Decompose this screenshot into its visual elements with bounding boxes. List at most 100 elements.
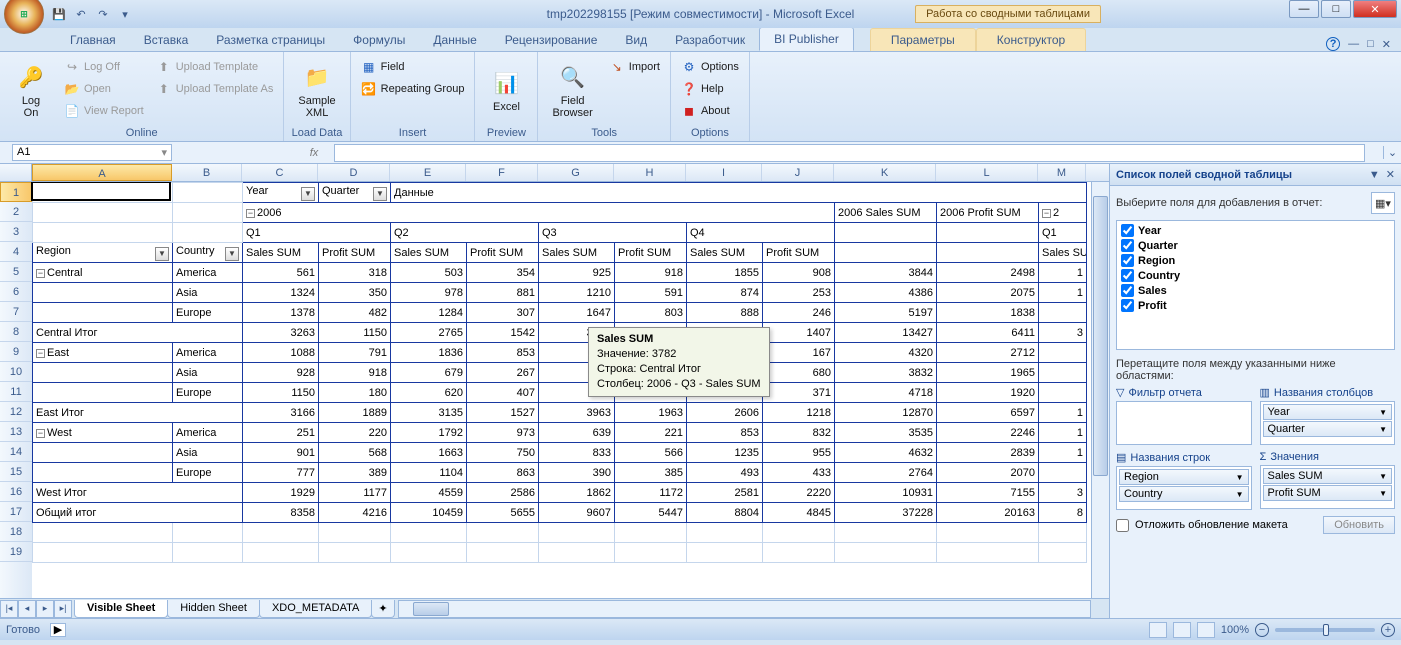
ribbon-tab-data[interactable]: Данные — [419, 29, 490, 51]
qat-redo-icon[interactable]: ↷ — [94, 5, 112, 23]
field-checkbox-quarter[interactable]: Quarter — [1119, 238, 1392, 253]
ribbon-tab-bipublisher[interactable]: BI Publisher — [759, 27, 854, 51]
zoom-in-button[interactable]: + — [1381, 623, 1395, 637]
zone-item[interactable]: Profit SUM▼ — [1263, 485, 1393, 501]
qat-undo-icon[interactable]: ↶ — [72, 5, 90, 23]
column-header-E[interactable]: E — [390, 164, 466, 181]
defer-update-checkbox[interactable] — [1116, 519, 1129, 532]
row-header-11[interactable]: 11 — [0, 382, 32, 402]
horizontal-scrollbar[interactable] — [398, 600, 1091, 618]
view-pagebreak-button[interactable] — [1197, 622, 1215, 638]
column-header-B[interactable]: B — [172, 164, 242, 181]
column-header-F[interactable]: F — [466, 164, 538, 181]
zone-rows-box[interactable]: Region▼Country▼ — [1116, 466, 1252, 510]
field-checkbox-region[interactable]: Region — [1119, 253, 1392, 268]
ribbon-minimize-icon[interactable]: — — [1348, 38, 1359, 50]
ribbon-tab-developer[interactable]: Разработчик — [661, 29, 759, 51]
row-header-7[interactable]: 7 — [0, 302, 32, 322]
column-header-J[interactable]: J — [762, 164, 834, 181]
sheet-tab[interactable]: Visible Sheet — [74, 600, 168, 618]
zone-cols-box[interactable]: Year▼Quarter▼ — [1260, 401, 1396, 445]
zoom-slider[interactable] — [1275, 628, 1375, 632]
row-header-18[interactable]: 18 — [0, 522, 32, 542]
field-checkbox-sales[interactable]: Sales — [1119, 283, 1392, 298]
vertical-scrollbar[interactable] — [1091, 182, 1109, 598]
formula-expand-icon[interactable]: ⌄ — [1383, 146, 1401, 159]
row-header-16[interactable]: 16 — [0, 482, 32, 502]
checkbox[interactable] — [1121, 299, 1134, 312]
field-checkbox-profit[interactable]: Profit — [1119, 298, 1392, 313]
field-button[interactable]: ▦Field — [357, 57, 469, 77]
qat-save-icon[interactable]: 💾 — [50, 5, 68, 23]
zone-item[interactable]: Year▼ — [1263, 404, 1393, 420]
field-list-layout-button[interactable]: ▦▾ — [1371, 192, 1395, 214]
column-header-L[interactable]: L — [936, 164, 1038, 181]
repeating-group-button[interactable]: 🔁Repeating Group — [357, 79, 469, 99]
column-header-C[interactable]: C — [242, 164, 318, 181]
zone-filter-box[interactable] — [1116, 401, 1252, 445]
logon-button[interactable]: 🔑 Log On — [6, 55, 56, 125]
ribbon-tab-review[interactable]: Рецензирование — [491, 29, 612, 51]
checkbox[interactable] — [1121, 284, 1134, 297]
ribbon-tab-home[interactable]: Главная — [56, 29, 130, 51]
viewreport-button[interactable]: 📄View Report — [60, 101, 148, 121]
tab-nav-next-icon[interactable]: ▸ — [36, 600, 54, 618]
ribbon-tab-options[interactable]: Параметры — [870, 28, 976, 51]
sheet-tab[interactable]: XDO_METADATA — [259, 600, 372, 618]
maximize-button[interactable]: □ — [1321, 0, 1351, 18]
sheet-tab[interactable]: Hidden Sheet — [167, 600, 260, 618]
row-header-15[interactable]: 15 — [0, 462, 32, 482]
row-header-17[interactable]: 17 — [0, 502, 32, 522]
field-checkbox-year[interactable]: Year — [1119, 223, 1392, 238]
zone-vals-box[interactable]: Sales SUM▼Profit SUM▼ — [1260, 465, 1396, 509]
logoff-button[interactable]: ↪Log Off — [60, 57, 148, 77]
checkbox[interactable] — [1121, 254, 1134, 267]
name-box[interactable]: A1▾ — [12, 144, 172, 161]
import-button[interactable]: ↘Import — [605, 57, 664, 77]
formula-input[interactable] — [334, 144, 1365, 162]
row-header-19[interactable]: 19 — [0, 542, 32, 562]
update-button[interactable]: Обновить — [1323, 516, 1395, 534]
field-list-dropdown-icon[interactable]: ▼ — [1369, 169, 1380, 181]
tab-nav-first-icon[interactable]: |◂ — [0, 600, 18, 618]
zone-item[interactable]: Country▼ — [1119, 486, 1249, 502]
column-header-A[interactable]: A — [32, 164, 172, 181]
column-header-M[interactable]: M — [1038, 164, 1086, 181]
row-header-1[interactable]: 1 — [0, 182, 32, 202]
excel-preview-button[interactable]: 📊 Excel — [481, 55, 531, 125]
options-button[interactable]: ⚙Options — [677, 57, 743, 77]
checkbox[interactable] — [1121, 269, 1134, 282]
field-checkbox-country[interactable]: Country — [1119, 268, 1392, 283]
row-header-9[interactable]: 9 — [0, 342, 32, 362]
help-button[interactable]: ❓Help — [677, 79, 743, 99]
sample-xml-button[interactable]: 📁 Sample XML — [290, 55, 343, 125]
row-header-12[interactable]: 12 — [0, 402, 32, 422]
ribbon-tab-pagelayout[interactable]: Разметка страницы — [202, 29, 339, 51]
ribbon-tab-view[interactable]: Вид — [611, 29, 661, 51]
column-header-G[interactable]: G — [538, 164, 614, 181]
column-header-K[interactable]: K — [834, 164, 936, 181]
ribbon-tab-formulas[interactable]: Формулы — [339, 29, 419, 51]
help-icon[interactable]: ? — [1326, 37, 1340, 51]
row-header-3[interactable]: 3 — [0, 222, 32, 242]
ribbon-close-icon[interactable]: ✕ — [1382, 38, 1391, 51]
checkbox[interactable] — [1121, 224, 1134, 237]
open-button[interactable]: 📂Open — [60, 79, 148, 99]
row-header-13[interactable]: 13 — [0, 422, 32, 442]
column-header-D[interactable]: D — [318, 164, 390, 181]
fx-icon[interactable]: fx — [294, 147, 334, 159]
select-all-corner[interactable] — [0, 164, 32, 181]
field-list-close-icon[interactable]: ✕ — [1386, 168, 1395, 181]
zone-item[interactable]: Sales SUM▼ — [1263, 468, 1393, 484]
about-button[interactable]: ◼About — [677, 101, 743, 121]
view-normal-button[interactable] — [1149, 622, 1167, 638]
tab-nav-last-icon[interactable]: ▸| — [54, 600, 72, 618]
row-header-6[interactable]: 6 — [0, 282, 32, 302]
zoom-out-button[interactable]: − — [1255, 623, 1269, 637]
macro-record-icon[interactable]: ▶ — [50, 623, 66, 637]
checkbox[interactable] — [1121, 239, 1134, 252]
ribbon-restore-icon[interactable]: □ — [1367, 38, 1374, 50]
row-header-10[interactable]: 10 — [0, 362, 32, 382]
zone-item[interactable]: Region▼ — [1119, 469, 1249, 485]
field-browser-button[interactable]: 🔍 Field Browser — [544, 55, 600, 125]
